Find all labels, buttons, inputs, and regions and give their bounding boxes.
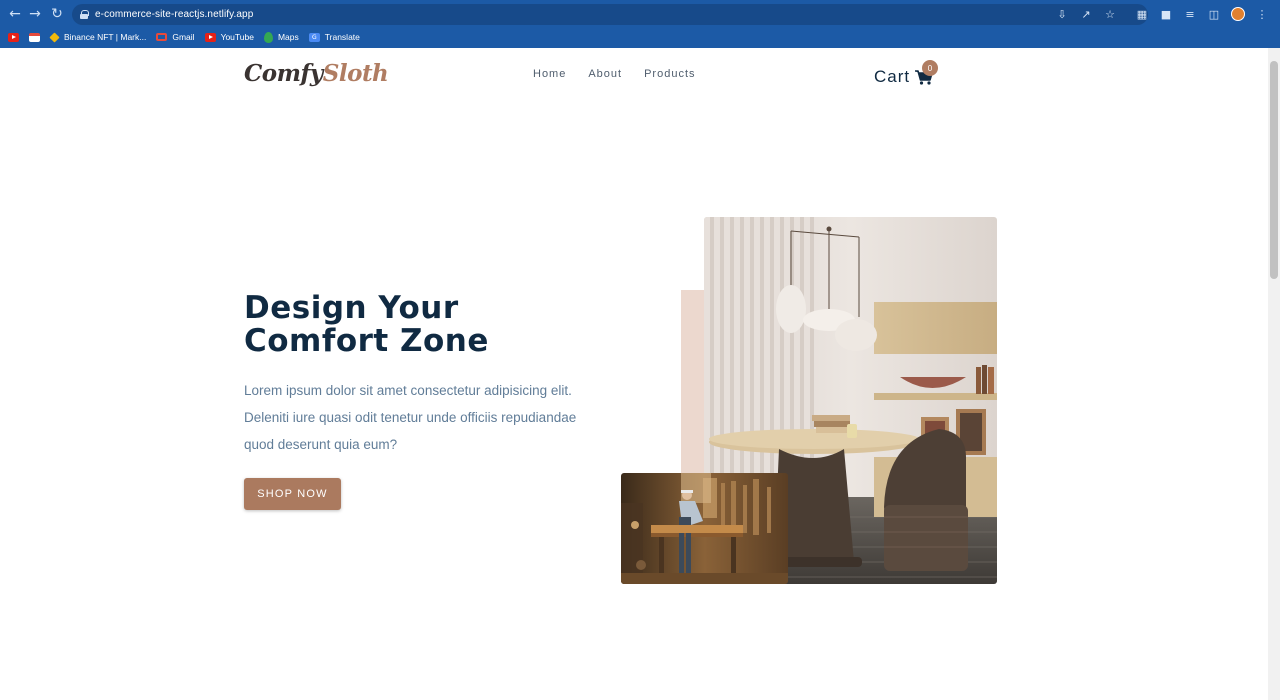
nav-link-about[interactable]: About xyxy=(588,68,622,80)
bookmark-youtube[interactable]: YouTube xyxy=(204,32,254,42)
hero-title: Design Your Comfort Zone xyxy=(244,292,584,358)
bookmark-gmail[interactable]: Gmail xyxy=(156,32,195,42)
lock-icon xyxy=(80,10,89,19)
bookmark-youtube-shortcut[interactable] xyxy=(8,32,19,42)
browser-chrome: ← → ↻ e-commerce-site-reactjs.netlify.ap… xyxy=(0,0,1280,48)
url-text: e-commerce-site-reactjs.netlify.app xyxy=(95,9,254,20)
cart-count-badge: 0 xyxy=(922,60,938,76)
star-icon[interactable]: ☆ xyxy=(1100,4,1120,24)
back-button[interactable]: ← xyxy=(4,3,26,25)
reading-list-icon[interactable]: ≡ xyxy=(1180,4,1200,24)
address-row: ← → ↻ e-commerce-site-reactjs.netlify.ap… xyxy=(0,0,1280,28)
reload-button[interactable]: ↻ xyxy=(46,3,68,25)
bookmark-calendar[interactable] xyxy=(29,32,40,42)
share-icon[interactable]: ↗ xyxy=(1076,4,1096,24)
bookmark-label: Maps xyxy=(277,32,299,42)
nav-link-home[interactable]: Home xyxy=(533,68,566,80)
hero-title-line1: Design Your xyxy=(244,290,459,326)
main-nav: Home About Products xyxy=(533,68,696,80)
bookmark-label: Translate xyxy=(324,32,360,42)
bookmark-label: Gmail xyxy=(172,32,195,42)
youtube-icon xyxy=(8,32,19,42)
carpenter-workshop-illustration xyxy=(621,473,788,584)
bookmark-label: Binance NFT | Mark... xyxy=(64,32,147,42)
browser-toolbar-icons: ⇩ ↗ ☆ ▦ ■ ≡ ◫ ⋮ xyxy=(1057,0,1272,28)
web-page: ComfySloth Home About Products Cart 0 De… xyxy=(0,48,1268,700)
nav-link-products[interactable]: Products xyxy=(644,68,695,80)
logo-part2: Sloth xyxy=(322,60,389,87)
profile-avatar[interactable] xyxy=(1228,4,1248,24)
cart-label: Cart xyxy=(874,67,911,86)
bookmark-maps[interactable]: Maps xyxy=(263,31,299,43)
logo-part1: Comfy xyxy=(244,60,323,87)
extensions-icon[interactable]: ■ xyxy=(1156,4,1176,24)
maps-icon xyxy=(263,31,273,43)
decorative-accent-block xyxy=(681,290,704,475)
bookmark-label: YouTube xyxy=(220,32,254,42)
forward-button[interactable]: → xyxy=(24,3,46,25)
bookmark-binance[interactable]: Binance NFT | Mark... xyxy=(49,31,147,43)
binance-icon xyxy=(49,31,60,43)
bookmark-translate[interactable]: G Translate xyxy=(308,32,360,42)
gmail-icon xyxy=(156,33,168,41)
page-scrollbar[interactable] xyxy=(1268,48,1280,700)
translate-ext-icon[interactable]: ▦ xyxy=(1132,4,1152,24)
side-panel-icon[interactable]: ◫ xyxy=(1204,4,1224,24)
menu-icon[interactable]: ⋮ xyxy=(1252,4,1272,24)
hero-accent-image xyxy=(621,473,788,584)
address-bar[interactable]: e-commerce-site-reactjs.netlify.app xyxy=(72,4,1148,25)
translate-icon: G xyxy=(308,32,320,42)
install-icon[interactable]: ⇩ xyxy=(1052,4,1072,24)
shop-now-button[interactable]: SHOP NOW xyxy=(244,478,341,510)
youtube-icon xyxy=(204,32,216,42)
site-logo[interactable]: ComfySloth xyxy=(244,60,389,87)
hero-title-line2: Comfort Zone xyxy=(244,323,489,359)
bookmarks-bar: Binance NFT | Mark... Gmail YouTube Maps… xyxy=(0,28,1280,46)
scrollbar-thumb[interactable] xyxy=(1270,61,1278,279)
hero-description: Lorem ipsum dolor sit amet consectetur a… xyxy=(244,383,577,452)
calendar-icon xyxy=(29,32,40,42)
